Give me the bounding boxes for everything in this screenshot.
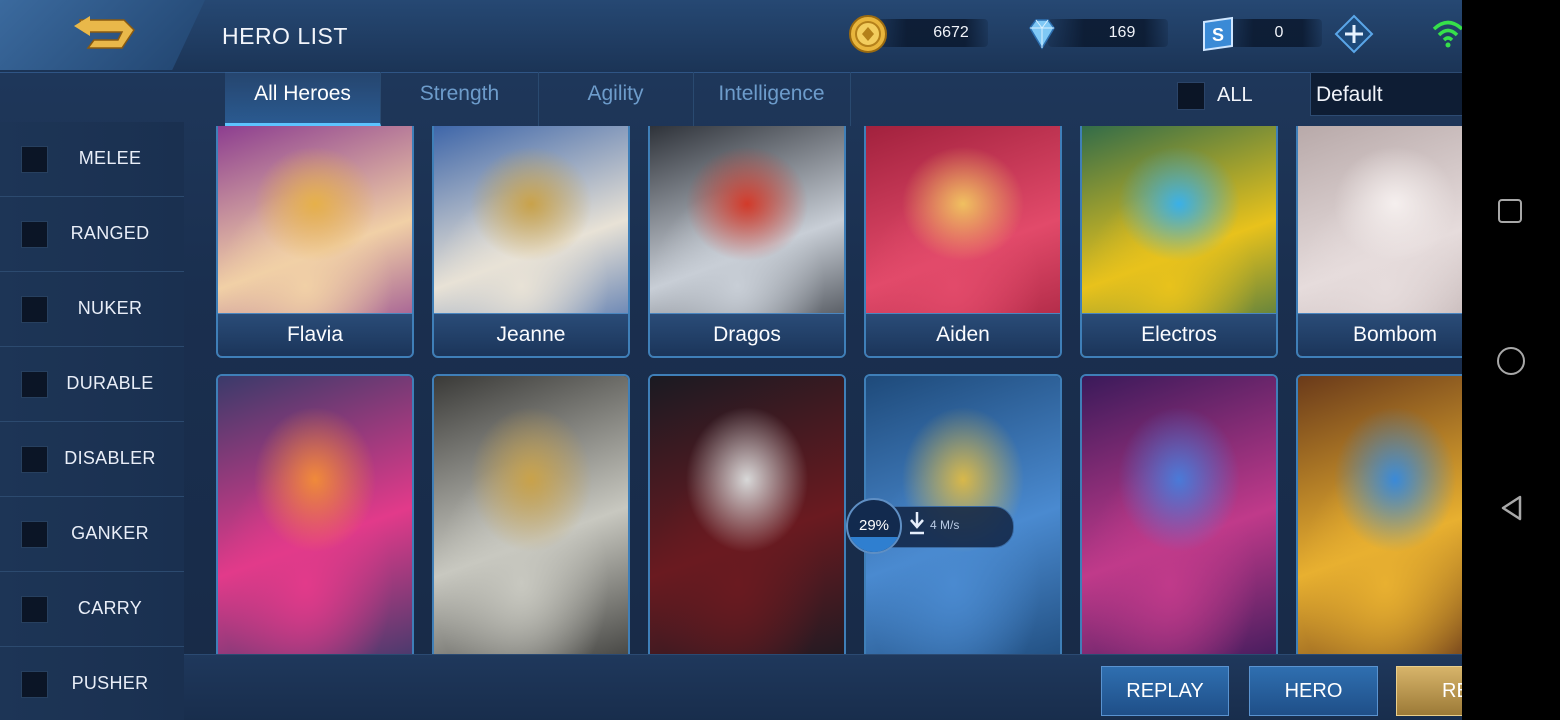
hero-card-dragos[interactable]: Dragos	[648, 126, 846, 358]
tab-agility[interactable]: Agility	[538, 72, 694, 126]
hero-name: Bombom	[1352, 323, 1438, 346]
filter-ganker[interactable]: GANKER	[0, 497, 184, 572]
hero-card-bombom[interactable]: Bombom	[1296, 126, 1462, 358]
hero-card-flavia[interactable]: Flavia	[216, 126, 414, 358]
back-arrow-icon	[74, 16, 135, 49]
sort-dropdown[interactable]: Default	[1310, 72, 1462, 116]
back-button[interactable]	[0, 0, 205, 70]
wifi-icon	[1432, 20, 1462, 48]
hero-card-jeanne[interactable]: Jeanne	[432, 126, 630, 358]
gold-counter: 6672	[848, 14, 988, 53]
filter-disabler[interactable]: DISABLER	[0, 422, 184, 497]
download-speed: 4 M/s	[930, 518, 960, 532]
top-bar: HERO LIST 6672 169 S 0	[0, 0, 1462, 73]
hero-card-electros[interactable]: Electros	[1080, 126, 1278, 358]
hero-grid: Flavia Jeanne Dragos Aiden Electros Bomb…	[208, 126, 1462, 654]
voucher-value: 0	[1274, 24, 1284, 41]
voucher-counter: S 0	[1198, 14, 1322, 52]
voucher-icon: S	[1203, 16, 1233, 52]
download-progress-fill	[848, 536, 900, 552]
melee-checkbox[interactable]	[21, 146, 48, 173]
filter-label: MELEE	[78, 148, 142, 168]
home-icon[interactable]	[1497, 347, 1525, 375]
filter-label: CARRY	[77, 598, 143, 618]
durable-checkbox[interactable]	[21, 371, 48, 398]
filter-nuker[interactable]: NUKER	[0, 272, 184, 347]
hero-name: Jeanne	[496, 323, 566, 346]
hero-name: Flavia	[286, 323, 344, 346]
tab-all-heroes[interactable]: All Heroes	[225, 72, 381, 126]
gold-value: 6672	[933, 24, 969, 41]
hero-portrait	[218, 376, 412, 654]
sort-selected: Default	[1316, 83, 1383, 106]
hero-portrait	[434, 376, 628, 654]
download-progress-ring: 29%	[846, 498, 902, 554]
hero-card[interactable]	[1080, 374, 1278, 654]
filter-label: DURABLE	[66, 373, 154, 393]
hero-portrait	[1082, 376, 1276, 654]
filter-label: NUKER	[77, 298, 143, 318]
tab-intelligence[interactable]: Intelligence	[693, 72, 851, 126]
nuker-checkbox[interactable]	[21, 296, 48, 323]
filter-durable[interactable]: DURABLE	[0, 347, 184, 422]
all-label: ALL	[1217, 84, 1253, 106]
ranged-checkbox[interactable]	[21, 221, 48, 248]
filter-label: PUSHER	[71, 673, 149, 693]
replay-button[interactable]: REPLAY	[1101, 666, 1229, 716]
page-title: HERO LIST	[222, 23, 348, 49]
back-triangle-icon[interactable]	[1498, 494, 1526, 522]
third-action-button[interactable]: RE	[1396, 666, 1462, 716]
role-filter-sidebar: MELEE RANGED NUKER DURABLE DISABLER GANK…	[0, 122, 184, 720]
download-percent: 29%	[858, 517, 890, 534]
hero-card[interactable]	[432, 374, 630, 654]
tab-strength[interactable]: Strength	[381, 72, 539, 126]
all-checkbox[interactable]	[1177, 82, 1205, 110]
filter-carry[interactable]: CARRY	[0, 572, 184, 647]
diamond-counter: 169	[1022, 14, 1168, 52]
hero-card[interactable]	[216, 374, 414, 654]
hero-card-aiden[interactable]: Aiden	[864, 126, 1062, 358]
ganker-checkbox[interactable]	[21, 521, 48, 548]
hero-name: Electros	[1141, 323, 1217, 346]
recent-apps-icon[interactable]	[1498, 199, 1522, 223]
filter-melee[interactable]: MELEE	[0, 122, 184, 197]
svg-text:S: S	[1212, 25, 1224, 45]
download-indicator[interactable]: 29% 4 M/s	[846, 498, 1014, 554]
pusher-checkbox[interactable]	[21, 671, 48, 698]
download-arrow-icon	[910, 512, 924, 535]
add-currency-button[interactable]	[1334, 14, 1374, 54]
disabler-checkbox[interactable]	[21, 446, 48, 473]
carry-checkbox[interactable]	[21, 596, 48, 623]
hero-name: Dragos	[713, 323, 781, 346]
filter-pusher[interactable]: PUSHER	[0, 647, 184, 720]
hero-card[interactable]	[648, 374, 846, 654]
filter-label: DISABLER	[64, 448, 156, 468]
hero-card[interactable]	[1296, 374, 1462, 654]
diamond-icon	[1029, 19, 1055, 50]
filter-ranged[interactable]: RANGED	[0, 197, 184, 272]
filter-label: RANGED	[70, 223, 150, 243]
game-screen: HERO LIST 6672 169 S 0 All Heroes Streng…	[0, 0, 1462, 720]
filter-label: GANKER	[71, 523, 149, 543]
hero-portrait	[650, 376, 844, 654]
hero-ranks-button[interactable]: HERO RANKS	[1249, 666, 1378, 716]
diamond-value: 169	[1108, 24, 1136, 41]
hero-name: Aiden	[936, 323, 990, 346]
gold-coin-icon	[849, 15, 887, 53]
hero-portrait	[1298, 376, 1462, 654]
